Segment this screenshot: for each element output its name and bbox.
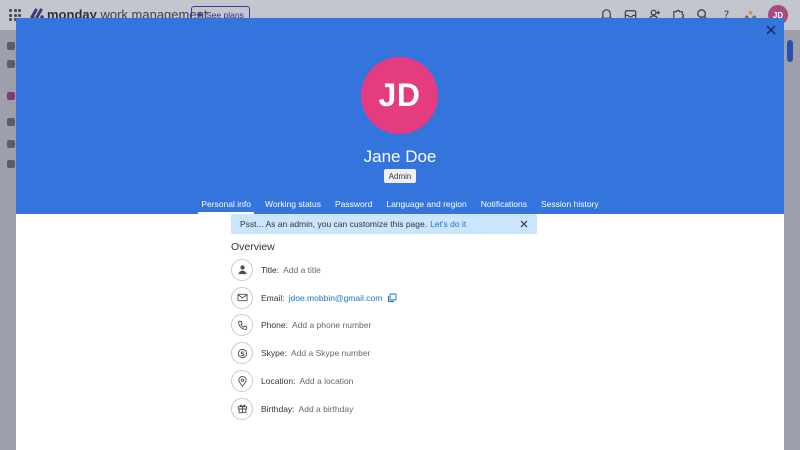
email-label: Email:: [261, 292, 285, 303]
skype-icon: S: [231, 342, 253, 365]
email-row: Email: jdoe.mobbin@gmail.com: [231, 284, 537, 312]
location-value[interactable]: Add a location: [300, 376, 354, 386]
overview-heading: Overview: [231, 241, 275, 253]
admin-notice-banner: Psst... As an admin, you can customize t…: [231, 214, 537, 234]
tab-password[interactable]: Password: [328, 194, 379, 214]
title-row: Title: Add a title: [231, 256, 537, 284]
dismiss-notice-icon[interactable]: [520, 220, 528, 228]
email-icon: [231, 286, 253, 309]
skype-value[interactable]: Add a Skype number: [291, 348, 370, 358]
skype-row: S Skype: Add a Skype number: [231, 339, 537, 367]
tab-personal-info[interactable]: Personal info: [194, 194, 258, 214]
location-icon: [231, 370, 253, 393]
phone-row: Phone: Add a phone number: [231, 312, 537, 340]
phone-icon: [231, 314, 253, 337]
tab-session-history[interactable]: Session history: [534, 194, 606, 214]
title-value[interactable]: Add a title: [283, 265, 321, 275]
birthday-label: Birthday:: [261, 403, 295, 414]
right-sidebar: [784, 30, 800, 450]
phone-label: Phone:: [261, 320, 288, 331]
close-icon[interactable]: [764, 23, 778, 37]
email-value[interactable]: jdoe.mobbin@gmail.com: [289, 293, 383, 303]
birthday-row: Birthday: Add a birthday: [231, 395, 537, 423]
phone-value[interactable]: Add a phone number: [292, 320, 371, 330]
role-badge: Admin: [384, 169, 416, 183]
tab-notifications[interactable]: Notifications: [474, 194, 534, 214]
profile-header: JD Jane Doe Admin Personal info Working …: [16, 18, 784, 214]
location-label: Location:: [261, 376, 296, 387]
gift-icon: [231, 397, 253, 420]
copy-icon[interactable]: [387, 293, 397, 303]
personal-info-content: Psst... As an admin, you can customize t…: [231, 214, 537, 423]
svg-text:S: S: [240, 350, 245, 358]
notice-link[interactable]: Let's do it: [430, 219, 466, 229]
profile-avatar[interactable]: JD: [361, 57, 438, 134]
title-label: Title:: [261, 264, 280, 275]
notice-text: Psst... As an admin, you can customize t…: [240, 219, 428, 229]
overview-fields: Title: Add a title Email: jdoe.mobbin@gm…: [231, 256, 537, 423]
left-sidebar: [0, 30, 16, 450]
birthday-value[interactable]: Add a birthday: [299, 404, 354, 414]
profile-tabs: Personal info Working status Password La…: [16, 194, 784, 214]
location-row: Location: Add a location: [231, 367, 537, 395]
tab-working-status[interactable]: Working status: [258, 194, 328, 214]
person-icon: [231, 258, 253, 281]
profile-name: Jane Doe: [363, 147, 437, 166]
skype-label: Skype:: [261, 348, 287, 359]
tab-language-and-region[interactable]: Language and region: [379, 194, 473, 214]
